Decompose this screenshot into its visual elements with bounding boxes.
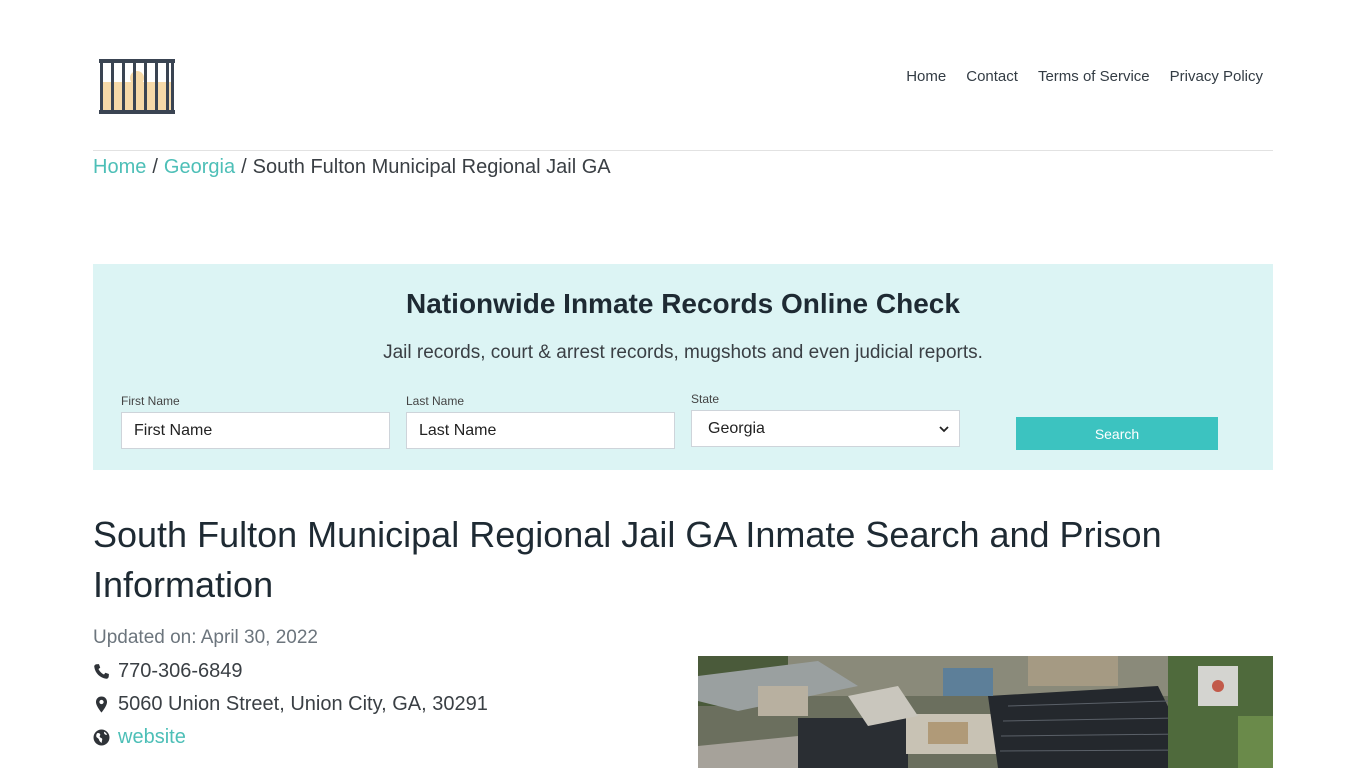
breadcrumb-home-link[interactable]: Home: [93, 156, 146, 179]
breadcrumb: Home / Georgia / South Fulton Municipal …: [93, 156, 611, 179]
state-select[interactable]: Georgia: [691, 410, 960, 447]
breadcrumb-separator: /: [152, 156, 158, 178]
nav-home-link[interactable]: Home: [906, 68, 946, 85]
website-link[interactable]: website: [118, 726, 186, 749]
main-nav: Home Contact Terms of Service Privacy Po…: [906, 68, 1263, 85]
header-divider: [93, 150, 1273, 151]
page-title: South Fulton Municipal Regional Jail GA …: [93, 514, 1162, 605]
breadcrumb-separator: /: [241, 156, 247, 178]
search-panel-title: Nationwide Inmate Records Online Check: [406, 288, 960, 319]
phone-row: 770-306-6849: [93, 660, 243, 683]
inmate-search-panel: Nationwide Inmate Records Online Check J…: [93, 264, 1273, 470]
last-name-field-group: Last Name: [406, 394, 675, 449]
breadcrumb-current: South Fulton Municipal Regional Jail GA: [252, 156, 611, 178]
first-name-field-group: First Name: [121, 394, 390, 449]
last-name-input[interactable]: [406, 412, 675, 449]
address-text: 5060 Union Street, Union City, GA, 30291: [118, 693, 488, 715]
search-panel-subtitle: Jail records, court & arrest records, mu…: [383, 342, 983, 363]
globe-icon: [93, 729, 110, 746]
map-marker-icon: [95, 696, 108, 713]
address-row: 5060 Union Street, Union City, GA, 30291: [93, 693, 488, 716]
jail-bars-logo-icon: [99, 59, 175, 114]
site-logo[interactable]: [97, 56, 177, 116]
first-name-label: First Name: [121, 394, 180, 408]
state-label: State: [691, 392, 720, 406]
nav-terms-link[interactable]: Terms of Service: [1038, 68, 1150, 85]
breadcrumb-state-link[interactable]: Georgia: [164, 156, 235, 179]
phone-icon: [94, 664, 109, 679]
nav-privacy-link[interactable]: Privacy Policy: [1170, 68, 1263, 85]
website-row: website: [93, 726, 186, 749]
phone-number[interactable]: 770-306-6849: [118, 660, 243, 683]
search-button[interactable]: Search: [1016, 417, 1218, 450]
last-name-label: Last Name: [406, 394, 465, 408]
state-field-group: State Georgia: [691, 392, 960, 447]
chevron-down-icon: [939, 425, 949, 432]
updated-date: Updated on: April 30, 2022: [93, 627, 319, 648]
state-select-value: Georgia: [708, 419, 765, 437]
facility-aerial-photo: [698, 656, 1273, 768]
first-name-input[interactable]: [121, 412, 390, 449]
nav-contact-link[interactable]: Contact: [966, 68, 1018, 85]
